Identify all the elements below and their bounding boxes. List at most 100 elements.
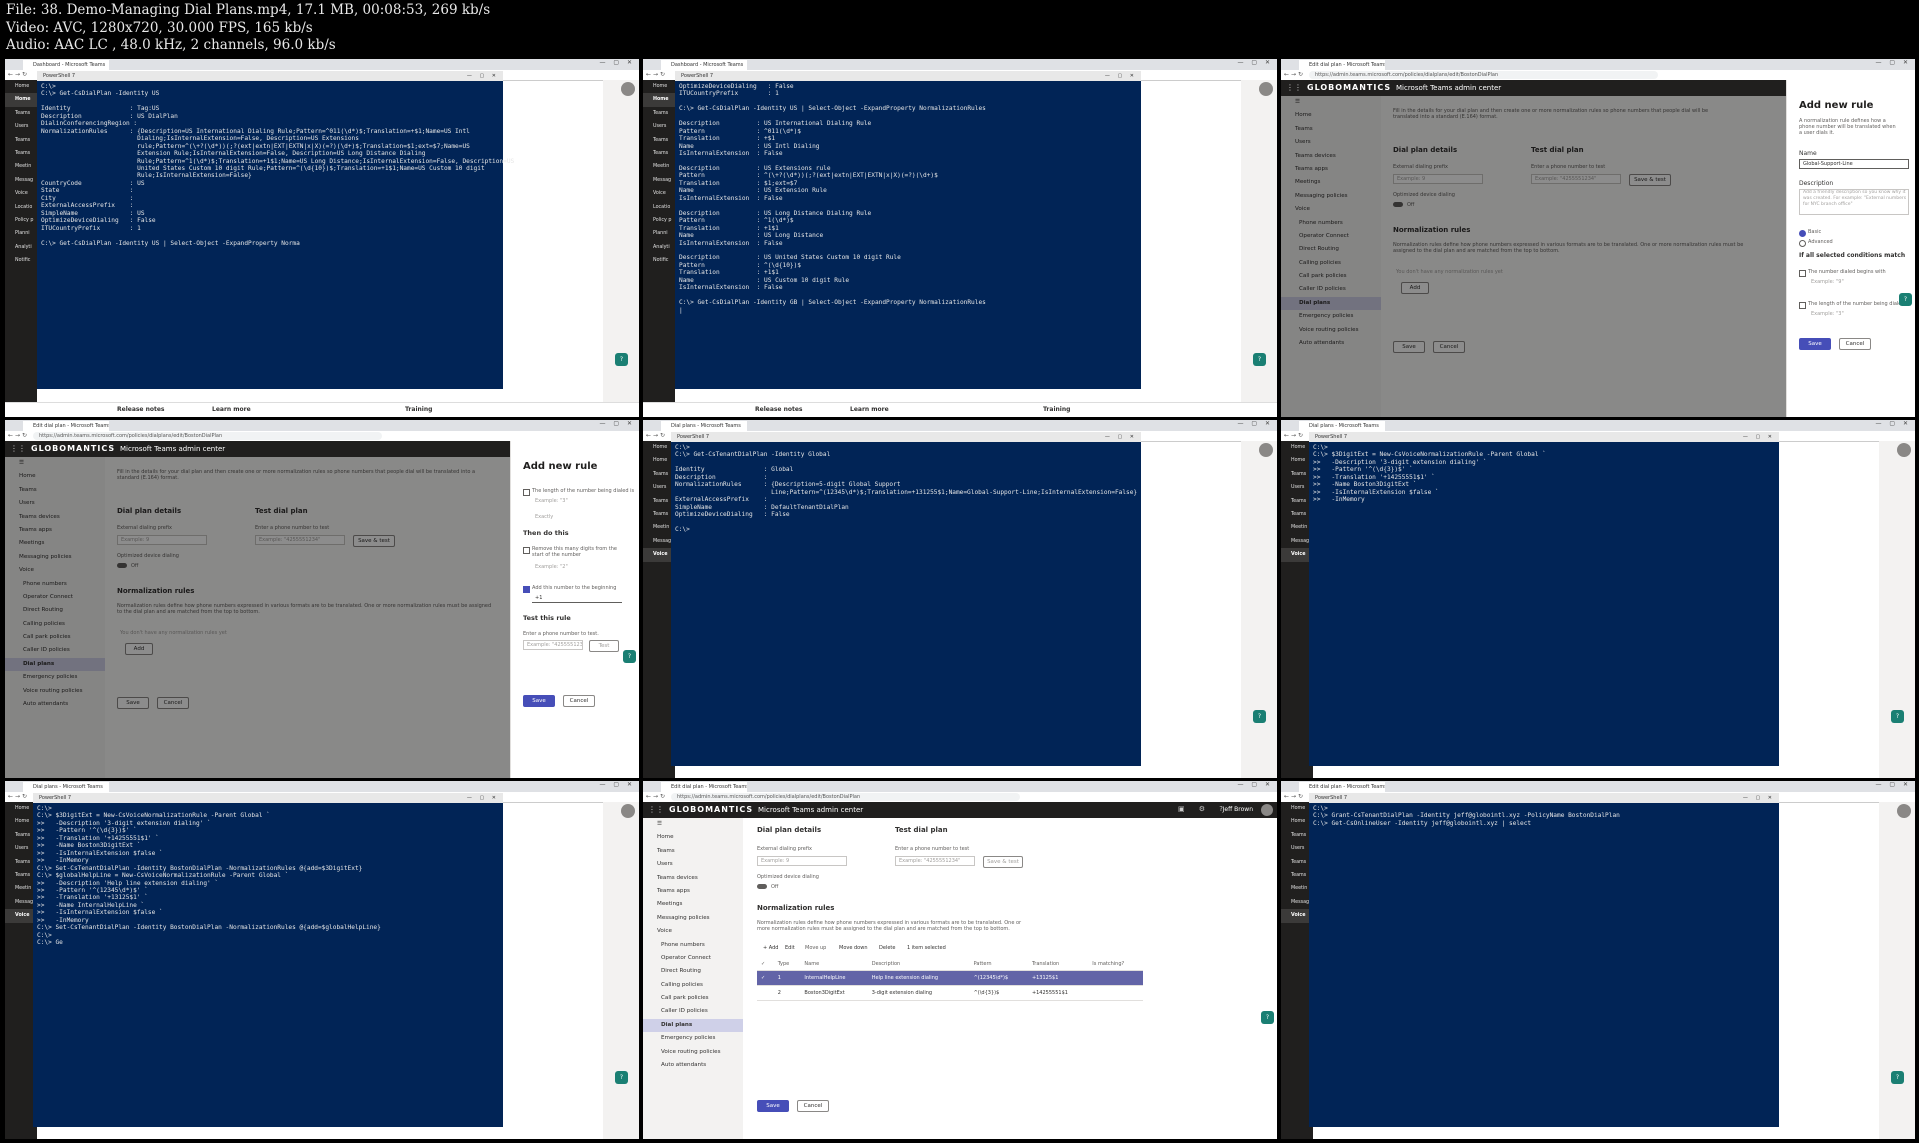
ext-prefix-input[interactable]: Example: 9 xyxy=(757,856,847,866)
powershell-window[interactable]: OptimizeDeviceDialing : False ITUCountry… xyxy=(675,81,1141,389)
length-checkbox[interactable] xyxy=(523,489,530,496)
toolbar-add[interactable]: + Add xyxy=(763,945,778,951)
window-controls[interactable]: — ▢ ✕ xyxy=(1875,781,1911,788)
test-phone-input[interactable]: Example: "4255551234" xyxy=(895,856,975,866)
waffle-icon[interactable]: ⋮⋮ xyxy=(10,444,26,453)
remove-digits-checkbox[interactable] xyxy=(523,547,530,554)
col-check[interactable]: ✓ xyxy=(757,958,774,971)
url-field[interactable]: https://admin.teams.microsoft.com/polici… xyxy=(671,793,1020,801)
rail-item[interactable]: Notific xyxy=(643,254,675,267)
rule-name-input[interactable]: Global-Support-Line xyxy=(1799,159,1909,169)
window-controls[interactable]: — ▢ ✕ xyxy=(1875,420,1911,427)
nav-arrows-icon[interactable]: ←→↻ xyxy=(8,792,29,802)
rule-description-input[interactable]: Add a friendly description so you know w… xyxy=(1799,189,1909,215)
save-test-button[interactable]: Save & test xyxy=(983,856,1023,868)
release-notes-link[interactable]: Release notes xyxy=(117,406,165,413)
rail-item[interactable]: Users xyxy=(5,120,37,133)
browser-tab[interactable]: Edit dial plan - Microsoft Teams xyxy=(1299,60,1385,70)
nav-arrows-icon[interactable]: ←→↻ xyxy=(646,70,667,80)
rail-item[interactable]: Users xyxy=(643,120,675,133)
chat-icon[interactable]: ? xyxy=(1253,353,1266,366)
ps-window-controls[interactable]: — ▢ ✕ xyxy=(1737,432,1775,442)
window-controls[interactable]: — ▢ ✕ xyxy=(1237,781,1273,788)
sidebar-item-messaging[interactable]: Messaging policies xyxy=(643,912,743,925)
rail-item[interactable]: Teams xyxy=(5,134,37,147)
header-icons[interactable]: ▣ ⚙ ? xyxy=(1178,805,1229,813)
ps-window-controls[interactable]: — ▢ ✕ xyxy=(1099,432,1137,442)
rail-item[interactable]: Messag xyxy=(643,174,675,187)
sidebar-item-dial-plans[interactable]: Dial plans xyxy=(643,1018,743,1033)
avatar[interactable] xyxy=(621,804,635,818)
ps-window-controls[interactable]: — ▢ ✕ xyxy=(461,71,499,81)
browser-tab[interactable]: Edit dial plan - Microsoft Teams xyxy=(1299,782,1385,792)
chat-icon[interactable]: ? xyxy=(615,1071,628,1084)
panel-cancel-button[interactable]: Cancel xyxy=(563,695,595,707)
rail-item[interactable]: Teams xyxy=(643,147,675,160)
row-check-icon[interactable]: ✓ xyxy=(757,970,774,986)
save-button[interactable]: Save xyxy=(757,1100,789,1112)
url-field[interactable]: https://admin.teams.microsoft.com/polici… xyxy=(33,432,382,440)
sidebar-item-teams-apps[interactable]: Teams apps xyxy=(643,885,743,898)
rail-item[interactable]: Policy p xyxy=(643,214,675,227)
powershell-window[interactable]: C:\> C:\> $3DigitExt = New-CsVoiceNormal… xyxy=(1309,442,1779,766)
window-controls[interactable]: — ▢ ✕ xyxy=(1237,420,1273,427)
advanced-radio[interactable] xyxy=(1799,240,1806,247)
ps-tab[interactable]: PowerShell 7 xyxy=(33,795,71,801)
begins-with-checkbox[interactable] xyxy=(1799,270,1806,277)
panel-cancel-button[interactable]: Cancel xyxy=(1839,338,1871,350)
nav-arrows-icon[interactable]: ←→↻ xyxy=(646,431,667,441)
nav-arrows-icon[interactable]: ←→↻ xyxy=(1284,431,1305,441)
chat-icon[interactable]: ? xyxy=(615,353,628,366)
window-controls[interactable]: — ▢ ✕ xyxy=(599,59,635,66)
rail-item[interactable]: Home xyxy=(643,93,675,107)
browser-tab[interactable]: Dial plans - Microsoft Teams xyxy=(661,421,747,431)
window-controls[interactable]: — ▢ ✕ xyxy=(1237,59,1273,66)
toolbar-delete[interactable]: Delete xyxy=(879,945,895,951)
modal-overlay[interactable] xyxy=(5,457,511,778)
modal-overlay[interactable] xyxy=(1281,96,1787,417)
test-rule-input[interactable]: Example: "4255551234" xyxy=(523,640,583,650)
ps-tab[interactable]: PowerShell 7 xyxy=(671,434,709,440)
browser-tab[interactable]: Edit dial plan - Microsoft Teams xyxy=(661,782,747,792)
rail-item[interactable]: Locatio xyxy=(5,201,37,214)
rail-item[interactable]: Planni xyxy=(643,227,675,240)
browser-tab[interactable]: Dashboard - Microsoft Teams xyxy=(23,60,109,70)
sidebar-item-emergency[interactable]: Emergency policies xyxy=(643,1032,743,1045)
browser-tab[interactable]: Dashboard - Microsoft Teams xyxy=(661,60,747,70)
rail-item[interactable]: Meetin xyxy=(5,160,37,173)
ps-tab[interactable]: PowerShell 7 xyxy=(1309,795,1347,801)
chat-icon[interactable]: ? xyxy=(623,650,636,663)
learn-more-link[interactable]: Learn more xyxy=(212,406,251,413)
waffle-icon[interactable]: ⋮⋮ xyxy=(1286,83,1302,92)
rail-item[interactable]: Teams xyxy=(5,147,37,160)
ps-tab[interactable]: PowerShell 7 xyxy=(1309,434,1347,440)
panel-save-button[interactable]: Save xyxy=(523,695,555,707)
avatar[interactable] xyxy=(1897,443,1911,457)
rail-item[interactable]: Analyti xyxy=(643,241,675,254)
rail-item[interactable]: Policy p xyxy=(5,214,37,227)
ps-window-controls[interactable]: — ▢ ✕ xyxy=(1737,793,1775,803)
rail-item[interactable]: Home xyxy=(643,80,675,93)
window-controls[interactable]: — ▢ ✕ xyxy=(599,781,635,788)
panel-save-button[interactable]: Save xyxy=(1799,338,1831,350)
rail-item[interactable]: Teams xyxy=(643,134,675,147)
chat-icon[interactable]: ? xyxy=(1253,710,1266,723)
sidebar-item-teams[interactable]: Teams xyxy=(643,845,743,858)
optimized-toggle[interactable] xyxy=(757,884,767,889)
powershell-window[interactable]: C:\> C:\> Get-CsTenantDialPlan -Identity… xyxy=(671,442,1141,766)
ps-window-controls[interactable]: — ▢ ✕ xyxy=(1099,71,1137,81)
test-button[interactable]: Test xyxy=(589,640,619,652)
nav-arrows-icon[interactable]: ←→↻ xyxy=(1284,792,1305,802)
nav-arrows-icon[interactable]: ←→↻ xyxy=(8,70,29,80)
remove-digits-input[interactable]: Example: "2" xyxy=(532,563,592,572)
rail-item[interactable]: Voice xyxy=(5,187,37,200)
toolbar-move-up[interactable]: Move up xyxy=(805,945,826,951)
add-number-input[interactable]: +1 xyxy=(532,594,622,603)
training-link[interactable]: Training xyxy=(1043,406,1070,413)
nav-arrows-icon[interactable]: ←→↻ xyxy=(8,431,29,441)
chat-icon[interactable]: ? xyxy=(1899,293,1912,306)
chat-icon[interactable]: ? xyxy=(1261,1011,1274,1024)
chat-icon[interactable]: ? xyxy=(1891,1071,1904,1084)
sidebar-item-direct-routing[interactable]: Direct Routing xyxy=(643,965,743,978)
browser-tab[interactable]: Edit dial plan - Microsoft Teams xyxy=(23,421,109,431)
